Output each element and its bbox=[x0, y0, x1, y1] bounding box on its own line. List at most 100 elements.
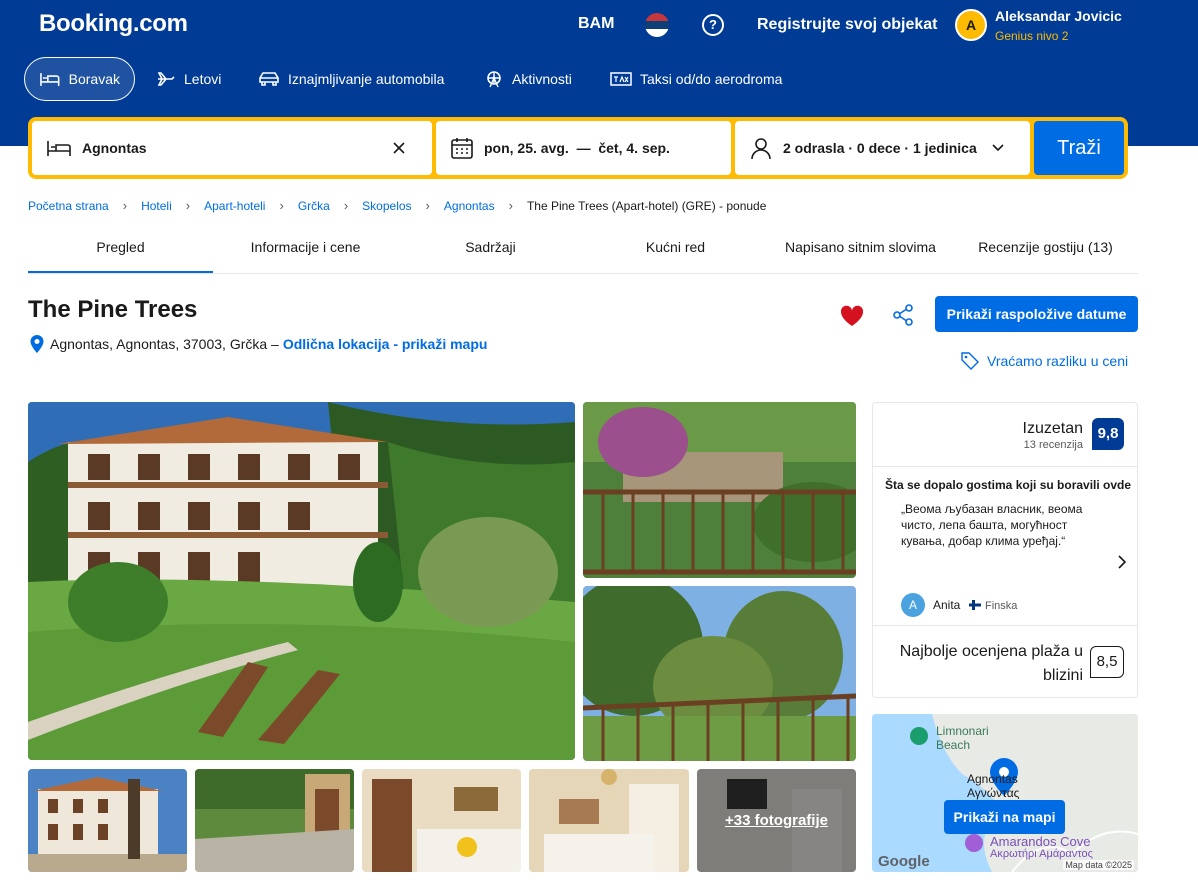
chevron-right-icon: › bbox=[279, 198, 284, 213]
review-score-card: Izuzetan 13 recenzija 9,8 Šta se dopalo … bbox=[872, 402, 1138, 698]
register-property-link[interactable]: Registrujte svoj objekat bbox=[757, 16, 938, 34]
breadcrumb-aparthotels[interactable]: Apart-hoteli bbox=[204, 199, 265, 213]
review-count: 13 recenzija bbox=[1023, 439, 1083, 451]
review-score-word: Izuzetan bbox=[1022, 420, 1083, 437]
nav-car-rental[interactable]: Iznajmljivanje automobila bbox=[244, 57, 458, 101]
plane-icon bbox=[157, 72, 175, 86]
guests-liked-heading: Šta se dopalo gostima koji su boravili o… bbox=[885, 478, 1132, 492]
tab-guest-reviews[interactable]: Recenzije gostiju (13) bbox=[953, 222, 1138, 273]
user-name[interactable]: Aleksandar Jovicic bbox=[995, 8, 1122, 24]
finland-flag-icon bbox=[969, 600, 981, 610]
breadcrumb: Početna strana › Hoteli › Apart-hoteli › Gr… bbox=[28, 198, 766, 213]
breadcrumb-current: The Pine Trees (Apart-hotel) (GRE) - pon… bbox=[526, 198, 767, 213]
bed-icon bbox=[47, 141, 71, 156]
nav-airport-taxi-label: Taksi od/do aerodroma bbox=[640, 71, 783, 87]
show-map-link[interactable]: Odlična lokacija - prikaži mapu bbox=[283, 336, 488, 352]
beach-score-section[interactable]: Najbolje ocenjena plaža u blizini 8,5 bbox=[873, 625, 1137, 697]
calendar-icon bbox=[451, 138, 473, 159]
tag-icon bbox=[961, 352, 979, 370]
chevron-right-icon: › bbox=[185, 198, 191, 213]
chevron-right-icon: › bbox=[343, 198, 349, 213]
tab-info-prices[interactable]: Informacije i cene bbox=[213, 222, 398, 273]
bedroom-image bbox=[362, 769, 521, 872]
property-tabs: Pregled Informacije i cene Sadržaji Kućn… bbox=[28, 222, 1138, 274]
tab-fine-print[interactable]: Napisano sitnim slovima bbox=[768, 222, 953, 273]
language-flag-icon[interactable] bbox=[645, 13, 669, 37]
map-label-cove-gr: Ακρωτήρι Αμάραντος bbox=[990, 848, 1093, 860]
dates-field[interactable]: pon, 25. avg. — čet, 4. sep. bbox=[436, 121, 731, 175]
nav-stays[interactable]: Boravak bbox=[24, 57, 135, 101]
currency-selector[interactable]: BAM bbox=[578, 15, 614, 33]
google-logo: Google bbox=[878, 853, 930, 870]
nav-airport-taxi[interactable]: Taksi od/do aerodroma bbox=[596, 57, 796, 101]
nav-car-rental-label: Iznajmljivanje automobila bbox=[288, 71, 445, 87]
nav-flights[interactable]: Letovi bbox=[142, 57, 235, 101]
courtyard-image bbox=[195, 769, 354, 872]
mini-map[interactable]: Limnonari Beach Agnontas Αγνώντας Prikaž… bbox=[872, 714, 1138, 872]
location-pin-icon bbox=[30, 335, 44, 353]
review-score-badge: 9,8 bbox=[1092, 418, 1124, 450]
guests-field[interactable]: 2 odrasla · 0 dece · 1 jedinica bbox=[735, 121, 1030, 175]
genius-level: Genius nivo 2 bbox=[995, 29, 1069, 43]
chevron-right-icon: › bbox=[425, 198, 430, 213]
thumbnail-photo[interactable] bbox=[529, 769, 689, 872]
reviewer-name: Anita bbox=[933, 598, 961, 612]
terrace-image bbox=[583, 402, 856, 578]
chevron-right-icon: › bbox=[122, 198, 128, 213]
breadcrumb-region[interactable]: Skopelos bbox=[362, 199, 411, 213]
search-button[interactable]: Traži bbox=[1034, 121, 1124, 175]
price-match-link[interactable]: Vraćamo razliku u ceni bbox=[961, 352, 1128, 370]
share-icon[interactable] bbox=[892, 303, 914, 327]
ferris-wheel-icon bbox=[487, 71, 501, 88]
booking-logo[interactable]: Booking.com bbox=[39, 10, 188, 38]
search-bar: Agnontas pon, 25. avg. — čet, 4. sep. 2 … bbox=[28, 117, 1128, 179]
building-image bbox=[28, 769, 187, 872]
breadcrumb-city[interactable]: Agnontas bbox=[444, 199, 495, 213]
thumbnail-photo[interactable] bbox=[362, 769, 521, 872]
map-label-agnontas: Agnontas Αγνώντας bbox=[967, 772, 1020, 800]
main-photo[interactable] bbox=[28, 402, 575, 760]
review-score-header[interactable]: Izuzetan 13 recenzija 9,8 bbox=[873, 403, 1137, 467]
map-attribution: Map data ©2025 bbox=[1063, 860, 1134, 870]
price-match-label: Vraćamo razliku u ceni bbox=[987, 353, 1129, 369]
heart-icon[interactable] bbox=[840, 305, 864, 327]
clear-icon[interactable] bbox=[392, 141, 406, 155]
breadcrumb-hotels[interactable]: Hoteli bbox=[141, 199, 172, 213]
reviewer-country: Finska bbox=[985, 600, 1018, 612]
person-icon bbox=[751, 138, 771, 160]
thumbnail-photo[interactable] bbox=[28, 769, 187, 872]
beach-score-label: Najbolje ocenjena plaža u blizini bbox=[899, 643, 1083, 684]
user-avatar[interactable]: A bbox=[955, 9, 987, 41]
property-address: Agnontas, Agnontas, 37003, Grčka – Odlič… bbox=[28, 334, 487, 354]
nav-activities[interactable]: Aktivnosti bbox=[470, 57, 586, 101]
hotel-exterior-image bbox=[28, 402, 575, 760]
chevron-right-icon: › bbox=[508, 198, 513, 213]
tab-overview[interactable]: Pregled bbox=[28, 222, 213, 273]
map-label-cove: Amarandos Cove bbox=[990, 834, 1091, 849]
map-label-limnonari: Limnonari Beach bbox=[936, 724, 989, 752]
garden-view-photo[interactable] bbox=[583, 586, 856, 761]
bed-icon bbox=[40, 73, 60, 86]
breadcrumb-country[interactable]: Grčka bbox=[298, 199, 330, 213]
nav-flights-label: Letovi bbox=[184, 71, 222, 87]
more-photos-label[interactable]: +33 fotografije bbox=[697, 769, 856, 872]
more-photos-thumbnail[interactable]: +33 fotografije bbox=[697, 769, 856, 872]
chevron-right-icon[interactable] bbox=[1117, 555, 1127, 569]
car-icon bbox=[259, 72, 279, 86]
review-quote: „Веома љубазан власник, веома чисто, леп… bbox=[901, 502, 1083, 548]
address-text: Agnontas, Agnontas, 37003, Grčka – bbox=[50, 336, 279, 352]
nav-activities-label: Aktivnosti bbox=[512, 71, 572, 87]
thumbnail-photo[interactable] bbox=[195, 769, 354, 872]
destination-value: Agnontas bbox=[82, 140, 147, 156]
show-on-map-button[interactable]: Prikaži na mapi bbox=[944, 800, 1065, 834]
tab-house-rules[interactable]: Kućni red bbox=[583, 222, 768, 273]
show-available-dates-button[interactable]: Prikaži raspoložive datume bbox=[935, 296, 1138, 332]
breadcrumb-home[interactable]: Početna strana bbox=[28, 199, 109, 213]
bedroom-image bbox=[529, 769, 689, 872]
terrace-photo[interactable] bbox=[583, 402, 856, 578]
help-icon[interactable]: ? bbox=[702, 14, 724, 36]
dates-value: pon, 25. avg. — čet, 4. sep. bbox=[484, 140, 670, 156]
destination-field[interactable]: Agnontas bbox=[32, 121, 432, 175]
tab-facilities[interactable]: Sadržaji bbox=[398, 222, 583, 273]
taxi-icon bbox=[610, 72, 632, 86]
